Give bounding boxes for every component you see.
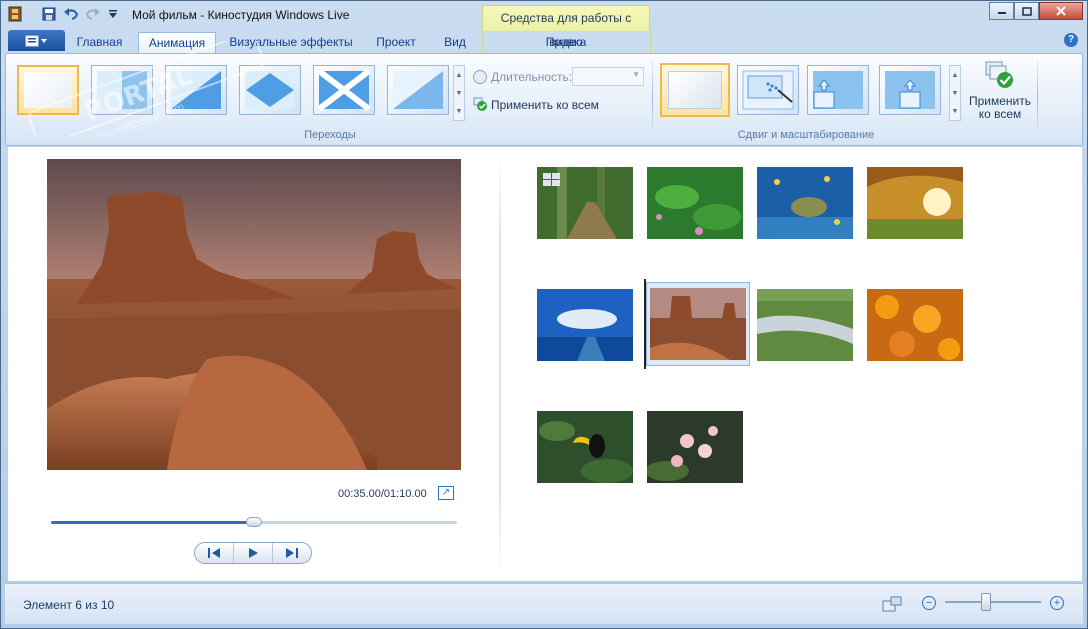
apply-all-transitions-button[interactable]: Применить ко всем xyxy=(491,98,599,112)
status-bar: Элемент 6 из 10 − + xyxy=(5,583,1083,624)
panzoom-gallery-scroll[interactable]: ▲ ▼ ▼ xyxy=(949,65,961,121)
storyboard-item-5[interactable] xyxy=(537,289,633,361)
storyboard-insertion-cursor xyxy=(644,279,646,369)
app-window: Мой фильм - Киностудия Windows Live Сред… xyxy=(0,0,1088,629)
minimize-button[interactable] xyxy=(989,2,1014,20)
window-title: Мой фильм - Киностудия Windows Live xyxy=(132,8,350,22)
zoom-in-icon[interactable]: + xyxy=(1050,596,1064,610)
group-separator xyxy=(652,60,653,140)
video-tools-context-header: Средства для работы с видео xyxy=(482,5,650,49)
context-separator-right xyxy=(650,29,651,53)
ribbon-panel: ▲ ▼ ▼ Длительность: ▼ Применить ко всем … xyxy=(5,53,1083,146)
seek-bar-fill xyxy=(51,521,254,524)
scroll-down-icon[interactable]: ▼ xyxy=(456,90,463,97)
storyboard-item-2[interactable] xyxy=(647,167,743,239)
app-menu-button[interactable] xyxy=(8,30,65,51)
storyboard-item-4[interactable] xyxy=(867,167,963,239)
transition-diagonal[interactable] xyxy=(165,65,227,115)
undo-icon[interactable] xyxy=(63,6,79,22)
storyboard-item-1[interactable] xyxy=(537,167,633,239)
play-button[interactable] xyxy=(234,543,273,563)
tab-project[interactable]: Проект xyxy=(364,32,428,53)
duration-label: Длительность: xyxy=(491,70,573,84)
play-icon xyxy=(249,548,258,558)
gallery-more-icon[interactable]: ▼ xyxy=(456,108,463,115)
context-separator-left xyxy=(482,29,483,53)
apply-all-small-icon xyxy=(473,97,487,111)
transition-crossfade[interactable] xyxy=(91,65,153,115)
maximize-button[interactable] xyxy=(1014,2,1039,20)
zoom-out-icon[interactable]: − xyxy=(922,596,936,610)
next-frame-icon xyxy=(286,548,298,558)
playback-controls xyxy=(194,542,312,564)
transition-diamond[interactable] xyxy=(239,65,301,115)
panzoom-none[interactable] xyxy=(660,63,730,117)
scroll-up-icon[interactable]: ▲ xyxy=(456,72,463,79)
gallery-more-icon[interactable]: ▼ xyxy=(952,108,959,115)
tab-view[interactable]: Вид xyxy=(436,32,474,53)
panzoom-zoom-in[interactable] xyxy=(807,65,869,115)
storyboard-item-7[interactable] xyxy=(757,289,853,361)
title-bar: Мой фильм - Киностудия Windows Live Сред… xyxy=(1,1,1087,49)
scroll-up-icon[interactable]: ▲ xyxy=(952,72,959,79)
previous-frame-icon xyxy=(208,548,220,558)
apply-all-line2: ко всем xyxy=(978,107,1022,121)
apply-all-panzoom-button[interactable]: Применить ко всем xyxy=(966,60,1034,126)
previous-frame-button[interactable] xyxy=(195,543,234,563)
storyboard-item-10[interactable] xyxy=(647,411,743,483)
tab-edit[interactable]: Правка xyxy=(531,32,601,53)
tab-animation[interactable]: Анимация xyxy=(138,32,216,53)
group-separator xyxy=(1037,60,1038,140)
chevron-down-icon: ▼ xyxy=(632,70,640,79)
panzoom-group-label: Сдвиг и масштабирование xyxy=(737,129,875,141)
apply-all-icon xyxy=(984,60,1016,92)
main-area: 00:35.00/01:10.00 ↗ xyxy=(8,147,1082,581)
transition-cross[interactable] xyxy=(313,65,375,115)
panzoom-zoom-out[interactable] xyxy=(879,65,941,115)
transitions-gallery-scroll[interactable]: ▲ ▼ ▼ xyxy=(453,65,465,121)
transition-none[interactable] xyxy=(17,65,79,115)
redo-icon[interactable] xyxy=(85,6,101,22)
tab-home[interactable]: Главная xyxy=(68,32,131,53)
storyboard-item-6-selected[interactable] xyxy=(646,282,750,366)
help-icon[interactable]: ? xyxy=(1064,33,1078,47)
save-icon[interactable] xyxy=(41,6,57,22)
next-frame-button[interactable] xyxy=(273,543,311,563)
scroll-down-icon[interactable]: ▼ xyxy=(952,90,959,97)
film-icon[interactable] xyxy=(7,6,23,22)
zoom-slider-thumb[interactable] xyxy=(981,593,991,611)
storyboard-item-9[interactable] xyxy=(537,411,633,483)
transition-wipe[interactable] xyxy=(387,65,449,115)
ribbon-tabs: Главная Анимация Визуальные эффекты Прое… xyxy=(1,29,1087,53)
playback-time: 00:35.00/01:10.00 xyxy=(338,488,427,500)
thumbnail-size-icon[interactable] xyxy=(882,596,902,615)
transitions-group-label: Переходы xyxy=(304,129,356,141)
seek-bar[interactable] xyxy=(51,517,457,527)
preview-video[interactable] xyxy=(47,159,461,470)
storyboard-item-3[interactable] xyxy=(757,167,853,239)
pane-splitter[interactable] xyxy=(499,155,501,575)
duration-icon xyxy=(473,70,487,84)
fullscreen-icon[interactable]: ↗ xyxy=(438,486,454,500)
panzoom-automatic[interactable] xyxy=(737,65,799,115)
status-text: Элемент 6 из 10 xyxy=(23,598,115,612)
close-button[interactable] xyxy=(1039,2,1083,20)
duration-combo[interactable]: ▼ xyxy=(572,67,644,86)
tab-visual-effects[interactable]: Визуальные эффекты xyxy=(225,32,357,53)
seek-bar-thumb[interactable] xyxy=(246,517,262,527)
storyboard-item-8[interactable] xyxy=(867,289,963,361)
dropdown-icon[interactable] xyxy=(105,6,121,22)
zoom-slider[interactable] xyxy=(945,601,1041,603)
